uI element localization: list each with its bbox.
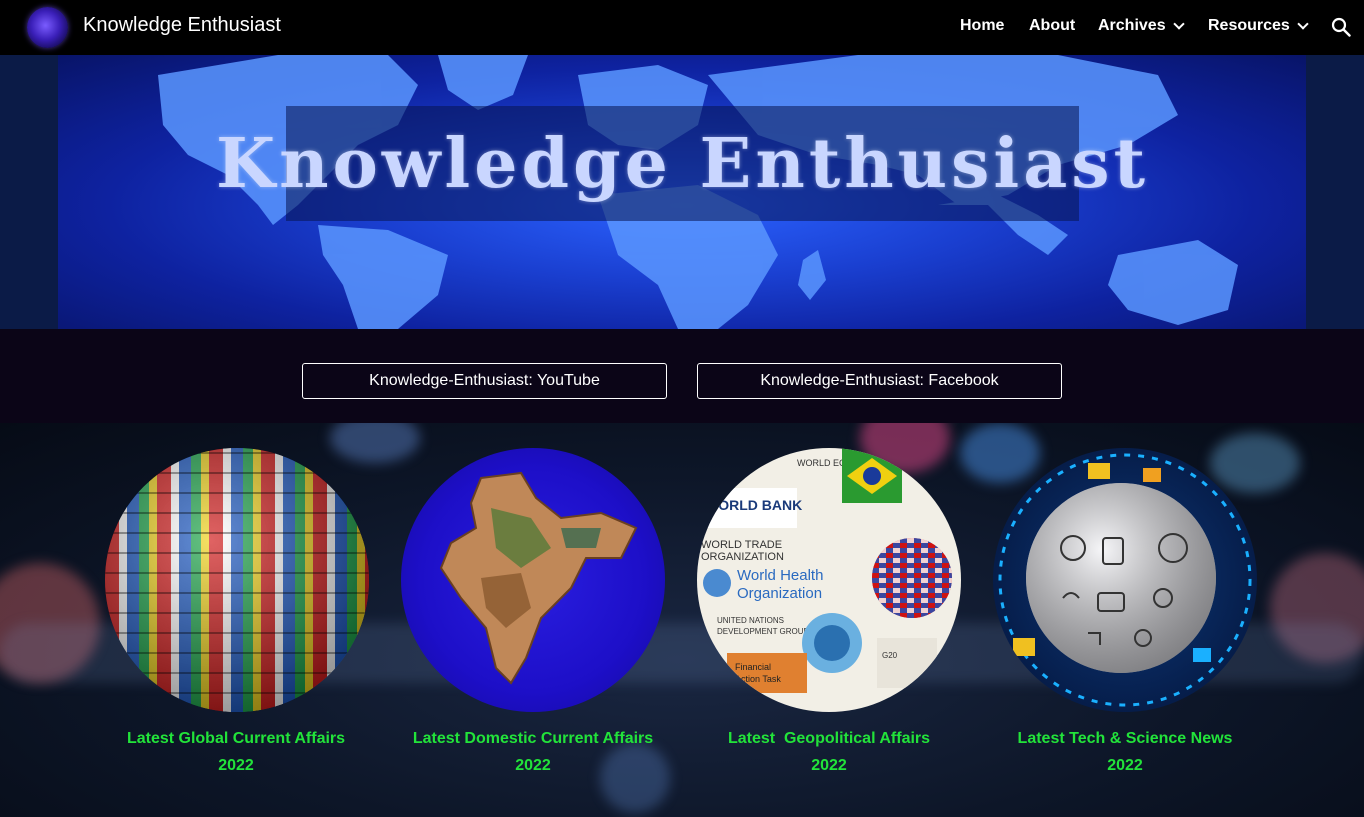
search-icon[interactable]	[1331, 17, 1351, 37]
hero-title-box: Knowledge Enthusiast	[216, 106, 1145, 221]
svg-text:WORLD BANK: WORLD BANK	[705, 497, 802, 513]
globe-logo-icon[interactable]	[27, 7, 68, 48]
hero-banner: Knowledge Enthusiast	[58, 55, 1306, 329]
card-title-line1: Latest Tech & Science News	[1017, 730, 1233, 747]
card-domestic-affairs[interactable]	[401, 448, 665, 712]
card-title-line2: 2022	[218, 757, 254, 774]
card-global-affairs[interactable]	[105, 448, 369, 712]
card-tech-science[interactable]	[993, 448, 1257, 712]
nav-archives[interactable]: Archives	[1098, 17, 1185, 35]
flag-globe-image[interactable]	[105, 448, 369, 712]
card-title-line2: 2022	[515, 757, 551, 774]
nav-home[interactable]: Home	[960, 17, 1004, 35]
svg-text:UNITED NATIONS: UNITED NATIONS	[717, 616, 784, 625]
tech-sphere-image[interactable]	[993, 448, 1257, 712]
card-title-line1: Latest Domestic Current Affairs	[412, 730, 654, 747]
social-band	[0, 329, 1364, 423]
nav-resources[interactable]: Resources	[1208, 17, 1309, 35]
card-geopolitical-affairs[interactable]: WORLD BANK WORLD ECONOMIC FORUM WORLD TR…	[697, 448, 961, 712]
card-title-line1: Latest Global Current Affairs	[126, 730, 346, 747]
nav-archives-label: Archives	[1098, 17, 1166, 34]
hero-title: Knowledge Enthusiast	[216, 123, 1149, 204]
chevron-down-icon	[1297, 17, 1309, 30]
site-title[interactable]: Knowledge Enthusiast	[83, 14, 281, 37]
nav-resources-label: Resources	[1208, 17, 1290, 34]
organizations-collage-image[interactable]: WORLD BANK WORLD ECONOMIC FORUM WORLD TR…	[697, 448, 961, 712]
svg-text:World Health: World Health	[737, 567, 823, 584]
svg-text:Financial: Financial	[735, 662, 771, 672]
india-map-image[interactable]	[401, 448, 665, 712]
svg-text:ORGANIZATION: ORGANIZATION	[701, 551, 784, 563]
nav-about[interactable]: About	[1029, 17, 1075, 35]
svg-text:G20: G20	[882, 651, 898, 660]
svg-text:Organization: Organization	[737, 585, 822, 602]
svg-text:Action Task: Action Task	[735, 674, 781, 684]
card-title-line2: 2022	[1107, 757, 1143, 774]
youtube-button[interactable]: Knowledge-Enthusiast: YouTube	[302, 363, 667, 399]
card-title-tech[interactable]: Latest Tech & Science News 2022	[975, 725, 1275, 779]
facebook-button[interactable]: Knowledge-Enthusiast: Facebook	[697, 363, 1062, 399]
card-title-line2: 2022	[811, 757, 847, 774]
chevron-down-icon	[1172, 17, 1185, 30]
svg-text:DEVELOPMENT GROUP: DEVELOPMENT GROUP	[717, 627, 809, 636]
card-title-domestic[interactable]: Latest Domestic Current Affairs 2022	[383, 725, 683, 779]
card-title-geopolitical[interactable]: Latest Geopolitical Affairs 2022	[679, 725, 979, 779]
svg-text:WORLD TRADE: WORLD TRADE	[701, 539, 782, 551]
card-title-global[interactable]: Latest Global Current Affairs 2022	[86, 725, 386, 779]
card-title-line1: Latest Geopolitical Affairs	[727, 730, 931, 747]
